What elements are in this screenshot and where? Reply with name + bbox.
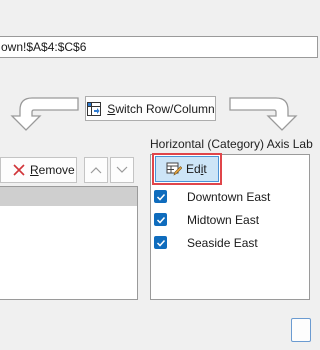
- category-labels-list[interactable]: Downtown East Midtown East Seaside East: [150, 185, 310, 254]
- switch-row-column-button[interactable]: Switch Row/Column: [85, 96, 216, 121]
- curved-arrow-right-icon: [229, 97, 298, 131]
- remove-series-label: Remove: [30, 163, 75, 177]
- checkbox[interactable]: [154, 213, 167, 226]
- move-up-button[interactable]: [84, 157, 108, 183]
- curved-arrow-left-icon: [10, 97, 79, 131]
- ok-button[interactable]: [291, 318, 311, 342]
- move-down-button[interactable]: [110, 157, 134, 183]
- switch-row-column-icon: [87, 101, 102, 116]
- checkbox[interactable]: [154, 190, 167, 203]
- checkmark-icon: [156, 216, 165, 224]
- legend-entries-list[interactable]: [0, 186, 138, 300]
- remove-x-icon: [13, 164, 25, 176]
- data-range-value: own!$A$4:$C$6: [1, 40, 87, 54]
- list-item[interactable]: Downtown East: [150, 185, 310, 208]
- list-item[interactable]: Midtown East: [150, 208, 310, 231]
- selected-series-row[interactable]: [0, 187, 137, 206]
- data-range-input[interactable]: own!$A$4:$C$6: [0, 36, 318, 58]
- checkmark-icon: [156, 193, 165, 201]
- axis-labels-panel-title: Horizontal (Category) Axis Lab: [150, 137, 313, 151]
- switch-row-column-label: Switch Row/Column: [107, 101, 215, 116]
- checkmark-icon: [156, 239, 165, 247]
- remove-series-button[interactable]: Remove: [0, 157, 77, 183]
- list-item[interactable]: Seaside East: [150, 231, 310, 254]
- category-label: Downtown East: [187, 189, 271, 204]
- chevron-up-icon: [90, 167, 102, 174]
- category-label: Seaside East: [187, 235, 258, 250]
- category-label: Midtown East: [187, 212, 260, 227]
- checkbox[interactable]: [154, 236, 167, 249]
- chevron-down-icon: [116, 166, 128, 173]
- edit-button-highlight: [152, 153, 222, 185]
